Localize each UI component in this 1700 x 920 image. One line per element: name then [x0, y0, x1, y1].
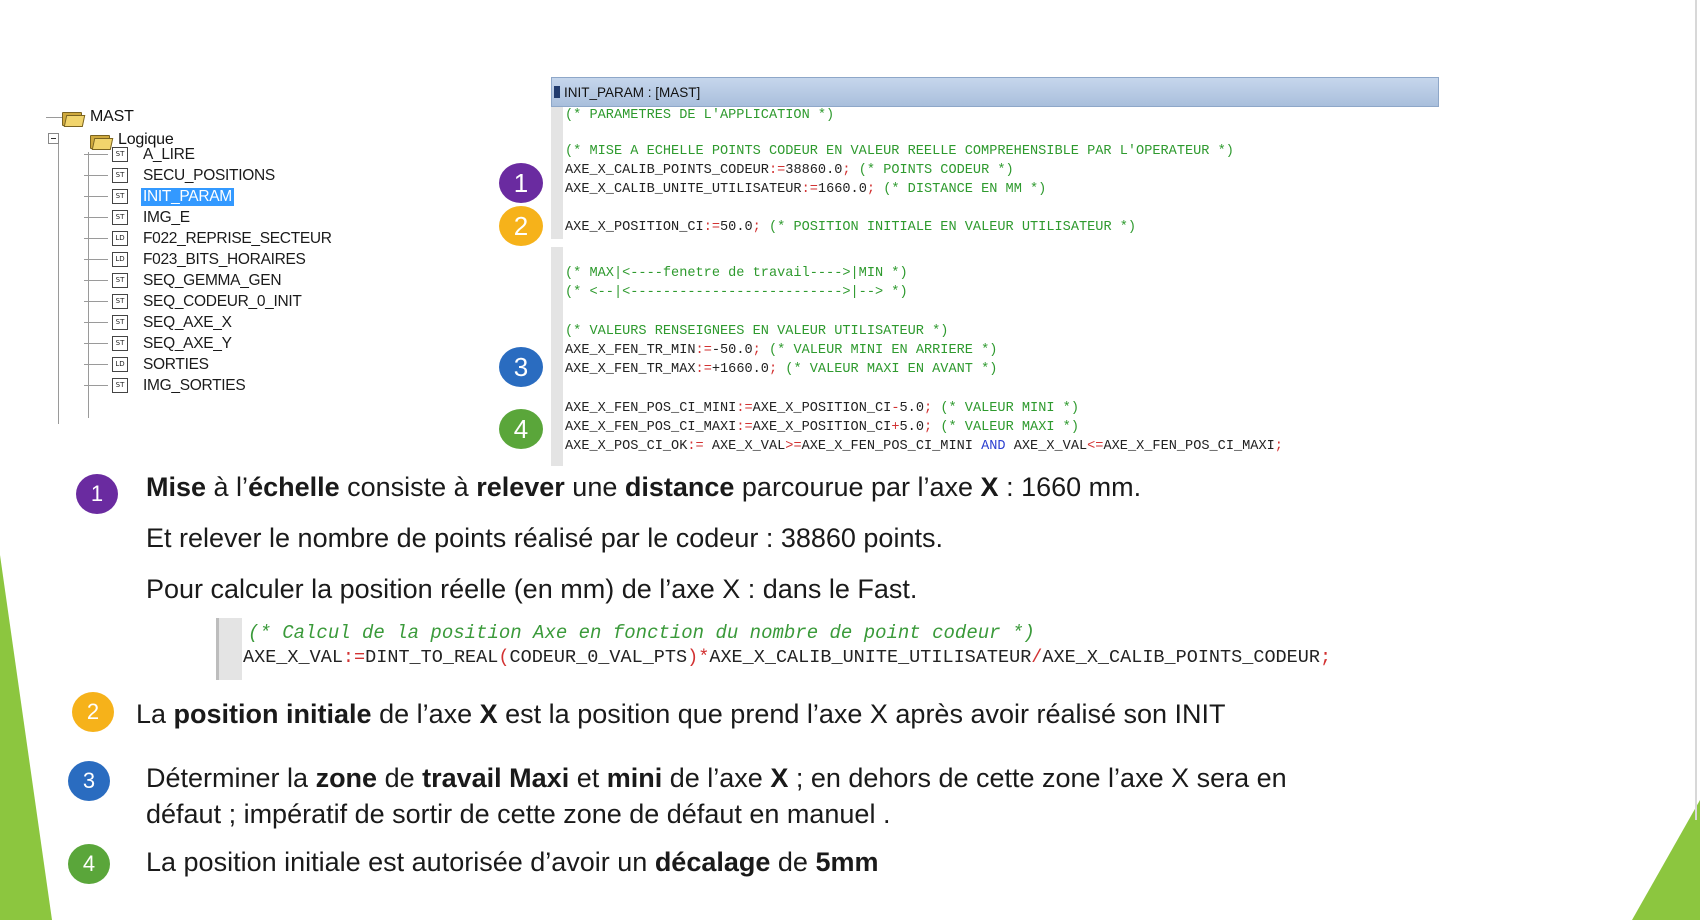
- tree-item[interactable]: ST SEQ_AXE_Y: [84, 333, 334, 354]
- code-line: (* MAX|<----fenetre de travail---->|MIN …: [565, 266, 908, 281]
- st-section-icon: ST: [112, 294, 128, 309]
- st-section-icon: ST: [112, 168, 128, 183]
- badge-3: 3: [499, 347, 543, 387]
- code-line: AXE_X_CALIB_UNITE_UTILISATEUR:=1660.0; (…: [565, 182, 1047, 197]
- code-text: (* PARAMETRES DE L'APPLICATION *) (* MIS…: [565, 107, 1283, 454]
- tree-items: ST A_LIRE ST SECU_POSITIONS ST INIT_PARAM S…: [84, 144, 334, 396]
- left-green-triangle: [0, 555, 52, 920]
- tree-item-label: SEQ_CODEUR_0_INIT: [143, 292, 302, 310]
- tree-item-selected[interactable]: ST INIT_PARAM: [84, 186, 334, 207]
- code-line: AXE_X_POS_CI_OK:= AXE_X_VAL>=AXE_X_FEN_P…: [565, 439, 1283, 454]
- tree-item[interactable]: ST IMG_E: [84, 207, 334, 228]
- tree-item[interactable]: ST A_LIRE: [84, 144, 334, 165]
- window-icon: [554, 86, 560, 98]
- tree-item-label: IMG_SORTIES: [143, 376, 246, 394]
- code-editor-body[interactable]: (* PARAMETRES DE L'APPLICATION *) (* MIS…: [551, 107, 1439, 466]
- code-window-titlebar[interactable]: INIT_PARAM : [MAST]: [551, 77, 1439, 107]
- tree-item[interactable]: LD SORTIES: [84, 354, 334, 375]
- code-line: AXE_X_FEN_TR_MAX:=+1660.0; (* VALEUR MAX…: [565, 362, 998, 377]
- code-line: AXE_X_CALIB_POINTS_CODEUR:=38860.0; (* P…: [565, 163, 1014, 178]
- st-section-icon: ST: [112, 189, 128, 204]
- paragraph-1-line-3: Pour calculer la position réelle (en mm)…: [146, 574, 918, 604]
- code-line: AXE_X_FEN_POS_CI_MAXI:=AXE_X_POSITION_CI…: [565, 420, 1079, 435]
- code-line: AXE_X_POSITION_CI:=50.0; (* POSITION INI…: [565, 220, 1137, 235]
- code-line: (* <--|<-------------------------->|--> …: [565, 285, 908, 300]
- paragraph-4: La position initiale est autorisée d’avo…: [146, 847, 879, 877]
- tree-item[interactable]: LD F023_BITS_HORAIRES: [84, 249, 334, 270]
- ld-section-icon: LD: [112, 357, 128, 372]
- badge-2: 2: [499, 206, 543, 246]
- ld-section-icon: LD: [112, 252, 128, 267]
- paragraph-1-line-2: Et relever le nombre de points réalisé p…: [146, 523, 943, 553]
- code-line: (* MISE A ECHELLE POINTS CODEUR EN VALEU…: [565, 144, 1234, 159]
- tree-item-label: INIT_PARAM: [141, 187, 234, 206]
- code-editor-window: INIT_PARAM : [MAST] (* PARAMETRES DE L'A…: [551, 77, 1439, 466]
- folder-open-icon: [62, 110, 86, 127]
- tree-item[interactable]: ST SECU_POSITIONS: [84, 165, 334, 186]
- tree-item[interactable]: ST IMG_SORTIES: [84, 375, 334, 396]
- fast-code-comment: (* Calcul de la position Axe en fonction…: [248, 622, 1035, 644]
- st-section-icon: ST: [112, 378, 128, 393]
- project-tree: MAST Logique ST A_LIRE ST SECU_POSITIONS S…: [40, 100, 380, 430]
- tree-item-label: F022_REPRISE_SECTEUR: [143, 229, 332, 247]
- tree-node-root[interactable]: MAST: [62, 106, 134, 128]
- tree-item-label: SEQ_AXE_Y: [143, 334, 232, 352]
- tree-item-label: F023_BITS_HORAIRES: [143, 250, 306, 268]
- badge-3: 3: [68, 761, 110, 801]
- paragraph-2: La position initiale de l’axe X est la p…: [136, 699, 1226, 729]
- paragraph-1: Mise à l’échelle consiste à relever une …: [146, 472, 1142, 502]
- tree-item[interactable]: ST SEQ_CODEUR_0_INIT: [84, 291, 334, 312]
- code-line: (* VALEURS RENSEIGNEES EN VALEUR UTILISA…: [565, 324, 949, 339]
- st-section-icon: ST: [112, 315, 128, 330]
- tree-item-label: SECU_POSITIONS: [143, 166, 275, 184]
- tree-collapse-toggle[interactable]: [48, 133, 59, 144]
- tree-item-label: SEQ_AXE_X: [143, 313, 232, 331]
- st-section-icon: ST: [112, 147, 128, 162]
- badge-2: 2: [72, 692, 114, 732]
- code-line: (* PARAMETRES DE L'APPLICATION *): [565, 108, 835, 123]
- tree-item-label: IMG_E: [143, 208, 190, 226]
- tree-item-label: SORTIES: [143, 355, 209, 373]
- tree-root-label: MAST: [90, 108, 134, 125]
- badge-4: 4: [499, 409, 543, 449]
- tree-item[interactable]: ST SEQ_AXE_X: [84, 312, 334, 333]
- paragraph-3-line-2: défaut ; impératif de sortir de cette zo…: [146, 799, 891, 829]
- paragraph-3: Déterminer la zone de travail Maxi et mi…: [146, 763, 1287, 793]
- badge-4: 4: [68, 844, 110, 884]
- fast-code-snippet: (* Calcul de la position Axe en fonction…: [216, 618, 1566, 680]
- code-window-title: INIT_PARAM : [MAST]: [564, 84, 701, 100]
- code-line: AXE_X_FEN_POS_CI_MINI:=AXE_X_POSITION_CI…: [565, 401, 1079, 416]
- fast-code-line: AXE_X_VAL:=DINT_TO_REAL(CODEUR_0_VAL_PTS…: [243, 647, 1332, 668]
- tree-item-label: SEQ_GEMMA_GEN: [143, 271, 282, 289]
- st-section-icon: ST: [112, 273, 128, 288]
- tree-item[interactable]: ST SEQ_GEMMA_GEN: [84, 270, 334, 291]
- badge-1: 1: [76, 474, 118, 514]
- tree-item-label: A_LIRE: [143, 145, 195, 163]
- tree-item[interactable]: LD F022_REPRISE_SECTEUR: [84, 228, 334, 249]
- badge-1: 1: [499, 163, 543, 203]
- st-section-icon: ST: [112, 336, 128, 351]
- ld-section-icon: LD: [112, 231, 128, 246]
- right-green-triangle: [1632, 800, 1700, 920]
- st-section-icon: ST: [112, 210, 128, 225]
- code-line: AXE_X_FEN_TR_MIN:=-50.0; (* VALEUR MINI …: [565, 343, 998, 358]
- folder-open-icon: [90, 133, 114, 150]
